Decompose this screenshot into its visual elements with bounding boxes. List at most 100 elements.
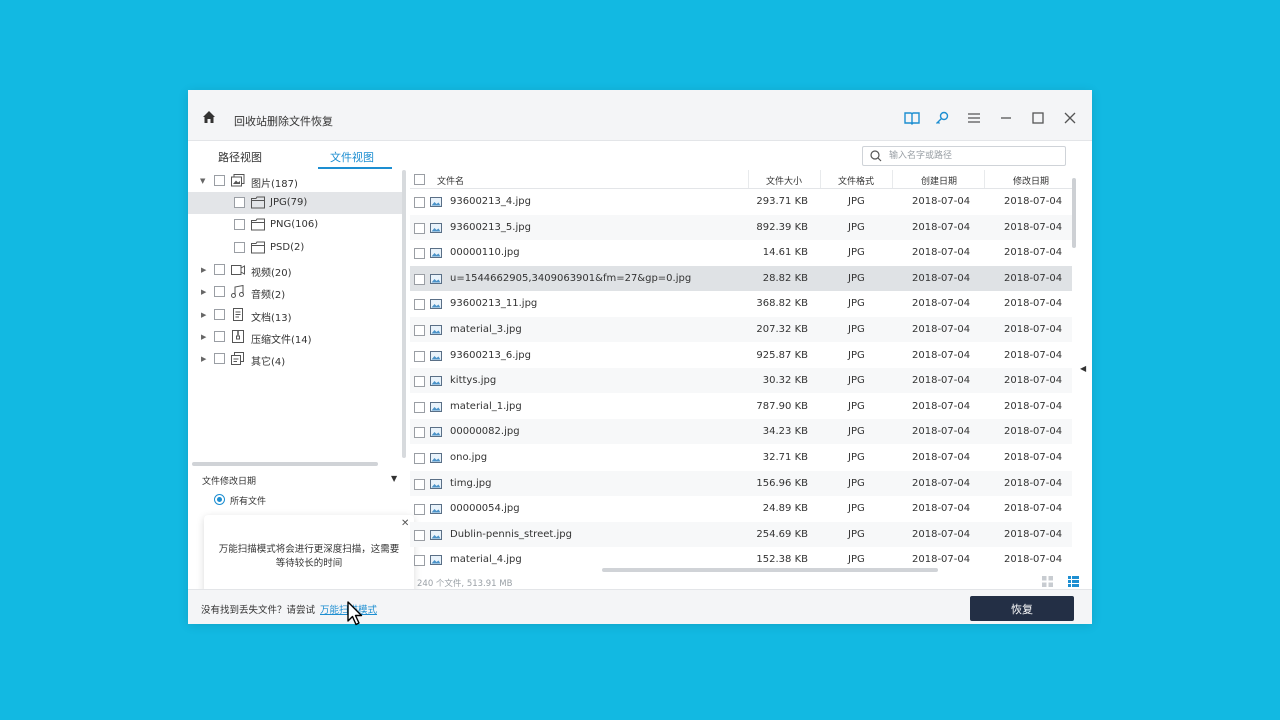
book-icon[interactable] [904, 110, 920, 126]
table-row[interactable]: material_1.jpg 787.90 KB JPG 2018-07-04 2018… [410, 394, 1072, 419]
column-header-created[interactable]: 创建日期 [921, 174, 957, 187]
column-header-format[interactable]: 文件格式 [838, 174, 874, 187]
file-format: JPG [848, 349, 865, 361]
tree-item-jpg[interactable]: JPG(79) [188, 192, 404, 214]
checkbox[interactable] [214, 353, 225, 364]
chevron-down-icon[interactable]: ▼ [391, 474, 397, 483]
table-row[interactable]: 93600213_4.jpg 293.71 KB JPG 2018-07-04 2018… [410, 189, 1072, 214]
table-row[interactable]: timg.jpg 156.96 KB JPG 2018-07-04 2018-07-04 [410, 470, 1072, 496]
file-size: 156.96 KB [756, 477, 808, 489]
table-row[interactable]: 00000054.jpg 24.89 KB JPG 2018-07-04 2018-07… [410, 496, 1072, 521]
file-size: 34.23 KB [762, 426, 808, 438]
row-checkbox[interactable] [414, 350, 425, 362]
modified-date: 2018-07-04 [1004, 324, 1063, 335]
tab-file-view[interactable]: 文件视图 [330, 149, 374, 165]
search-box[interactable] [862, 146, 1066, 166]
recover-button[interactable]: 恢复 [970, 596, 1074, 621]
table-row[interactable]: Dublin-pennis_street.jpg 254.69 KB JPG 2018… [410, 521, 1072, 547]
file-name: 00000054.jpg [450, 503, 520, 515]
table-row[interactable]: 93600213_5.jpg 892.39 KB JPG 2018-07-04 2018… [410, 214, 1072, 240]
column-header-modified[interactable]: 修改日期 [1013, 174, 1049, 187]
minimize-icon[interactable] [998, 110, 1014, 126]
checkbox[interactable] [214, 286, 225, 297]
expand-down-icon[interactable]: ▼ [200, 177, 208, 185]
tree-item-other[interactable]: ▶ 其它(4) [188, 348, 404, 370]
file-size: 892.39 KB [756, 221, 808, 233]
tree-item-audio[interactable]: ▶ 音频(2) [188, 281, 404, 303]
close-icon[interactable]: ✕ [401, 518, 409, 529]
table-vertical-scrollbar[interactable] [1072, 178, 1076, 248]
view-tabs: 路径视图 文件视图 [188, 140, 404, 170]
tree-item-label: PSD(2) [270, 242, 305, 253]
table-row[interactable]: 93600213_11.jpg 368.82 KB JPG 2018-07-04 201… [410, 291, 1072, 316]
search-input[interactable] [887, 148, 1061, 164]
expand-right-icon[interactable]: ▶ [201, 355, 209, 363]
row-checkbox[interactable] [414, 529, 425, 541]
tree-item-archives[interactable]: ▶ 压缩文件(14) [188, 326, 404, 348]
table-row[interactable]: 00000082.jpg 34.23 KB JPG 2018-07-04 2018-07… [410, 419, 1072, 445]
maximize-icon[interactable] [1030, 110, 1046, 126]
tree-item-images[interactable]: ▼ 图片(187) [188, 170, 404, 192]
row-checkbox[interactable] [414, 299, 425, 311]
row-checkbox[interactable] [414, 555, 425, 567]
row-checkbox[interactable] [414, 401, 425, 413]
tree-horizontal-scrollbar[interactable] [192, 462, 378, 466]
checkbox[interactable] [214, 175, 225, 186]
checkbox[interactable] [234, 219, 245, 230]
home-icon[interactable] [202, 110, 216, 124]
column-header-name[interactable]: 文件名 [437, 174, 464, 187]
expand-right-icon[interactable]: ▶ [201, 333, 209, 341]
menu-icon[interactable] [966, 110, 982, 126]
row-checkbox[interactable] [414, 273, 425, 285]
date-filter-heading[interactable]: 文件修改日期 [202, 474, 256, 487]
row-checkbox[interactable] [414, 376, 425, 388]
grid-view-icon[interactable] [1042, 576, 1053, 587]
row-checkbox[interactable] [414, 197, 425, 208]
row-checkbox[interactable] [414, 325, 425, 336]
image-file-icon [430, 350, 442, 361]
file-name: timg.jpg [450, 477, 492, 489]
table-row[interactable]: 00000110.jpg 14.61 KB JPG 2018-07-04 2018-07… [410, 240, 1072, 265]
file-name: u=1544662905,3409063901&fm=27&gp=0.jpg [450, 272, 692, 284]
expand-right-icon[interactable]: ▶ [201, 311, 209, 319]
tree-item-psd[interactable]: PSD(2) [188, 237, 404, 259]
created-date: 2018-07-04 [912, 477, 971, 489]
checkbox[interactable] [234, 242, 245, 253]
key-icon[interactable] [934, 110, 950, 126]
tree-item-label: JPG(79) [270, 197, 308, 208]
window-title: 回收站删除文件恢复 [234, 115, 333, 128]
file-size: 152.38 KB [756, 554, 808, 566]
tree-item-video[interactable]: ▶ 视频(20) [188, 259, 404, 281]
tree-vertical-scrollbar[interactable] [402, 170, 406, 458]
tab-path-view[interactable]: 路径视图 [218, 149, 262, 165]
row-checkbox[interactable] [414, 453, 425, 464]
column-header-size[interactable]: 文件大小 [766, 174, 802, 187]
collapse-panel-icon[interactable]: ◀ [1080, 364, 1086, 373]
row-checkbox[interactable] [414, 504, 425, 516]
row-checkbox[interactable] [414, 427, 425, 439]
expand-right-icon[interactable]: ▶ [201, 266, 209, 274]
file-name: Dublin-pennis_street.jpg [450, 528, 572, 540]
table-row[interactable]: material_3.jpg 207.32 KB JPG 2018-07-04 2018… [410, 317, 1072, 342]
audio-icon [231, 285, 244, 298]
row-checkbox[interactable] [414, 222, 425, 234]
table-row[interactable]: ono.jpg 32.71 KB JPG 2018-07-04 2018-07-04 [410, 445, 1072, 470]
radio-all-files[interactable] [214, 494, 225, 505]
checkbox[interactable] [214, 264, 225, 275]
table-row[interactable]: kittys.jpg 30.32 KB JPG 2018-07-04 2018-07-0… [410, 368, 1072, 394]
file-name: ono.jpg [450, 452, 488, 463]
expand-right-icon[interactable]: ▶ [201, 288, 209, 296]
checkbox[interactable] [234, 197, 245, 208]
table-horizontal-scrollbar[interactable] [602, 568, 938, 572]
tree-item-png[interactable]: PNG(106) [188, 214, 404, 236]
tree-item-documents[interactable]: ▶ 文档(13) [188, 304, 404, 326]
table-row[interactable]: u=1544662905,3409063901&fm=27&gp=0.jpg 28… [410, 265, 1072, 291]
table-row[interactable]: 93600213_6.jpg 925.87 KB JPG 2018-07-04 2018… [410, 343, 1072, 368]
checkbox[interactable] [214, 309, 225, 320]
checkbox[interactable] [214, 331, 225, 342]
row-checkbox[interactable] [414, 248, 425, 260]
list-view-icon[interactable] [1068, 576, 1079, 587]
close-icon[interactable] [1062, 110, 1078, 126]
select-all-checkbox[interactable] [414, 174, 425, 185]
row-checkbox[interactable] [414, 478, 425, 490]
